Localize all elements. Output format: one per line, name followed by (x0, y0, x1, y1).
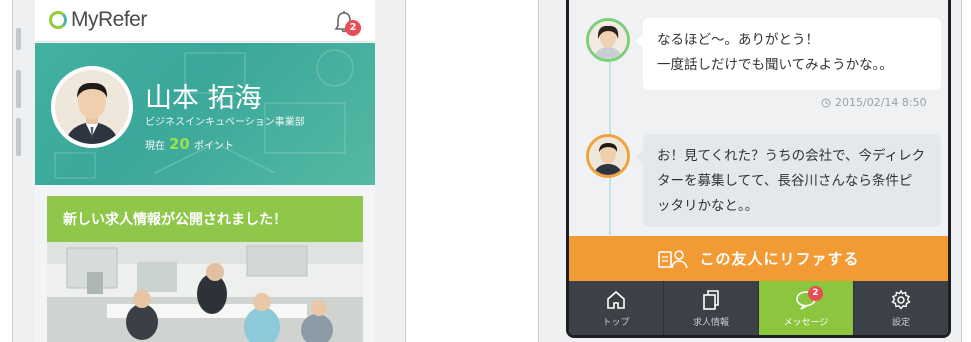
bottom-tab-bar: トップ 求人情報 2 メッセージ 設定 (569, 281, 948, 335)
message-text: 一度話しだけでも聞いてみようかな。。 (657, 57, 893, 73)
profile-banner: 山本 拓海 ビジネスインキュベーション事業部 現在 20 ポイント (35, 43, 375, 185)
clock-icon (821, 98, 831, 107)
phone-side-button (16, 118, 21, 156)
message-count-badge: 2 (807, 286, 823, 301)
points-display: 現在 20 ポイント (145, 135, 234, 153)
logo-text: MyRefer (71, 8, 147, 31)
friend-avatar-woman[interactable] (586, 18, 630, 62)
message-text: ッタリかなと。。 (657, 198, 759, 214)
message-timestamp: 2015/02/14 8:50 (821, 96, 927, 109)
avatar-woman-image (589, 21, 627, 59)
tab-label: 設定 (891, 318, 910, 328)
message-bubble: お！見てくれた？うちの会社で、今ディレク ターを募集してて、長谷川さんなら条件ピ… (635, 134, 941, 227)
job-news-card[interactable]: 新しい求人情報が公開されました！ (47, 196, 363, 342)
message-text: お！見てくれた？うちの会社で、今ディレク (657, 148, 926, 164)
left-phone-screen: MyRefer 2 山本 拓海 ビジネスインキュベーション事業部 現在 20 ポ… (35, 0, 375, 342)
points-prefix: 現在 (145, 141, 165, 152)
timestamp-text: 2015/02/14 8:50 (835, 96, 927, 109)
right-phone-screen: なるほど〜。ありがとう！ 一度話しだけでも聞いてみようかな。。 2015/02/… (566, 0, 951, 338)
notification-button[interactable]: 2 (333, 10, 361, 36)
app-logo[interactable]: MyRefer (49, 8, 147, 32)
avatar-man-small-image (589, 137, 627, 175)
refer-person-icon (658, 249, 689, 268)
profile-department: ビジネスインキュベーション事業部 (145, 117, 305, 128)
documents-icon (703, 290, 719, 310)
tab-label: メッセージ (783, 318, 829, 328)
points-suffix: ポイント (193, 141, 234, 152)
refer-friend-button[interactable]: この友人にリファする (569, 236, 948, 281)
tab-jobs[interactable]: 求人情報 (664, 281, 759, 335)
refer-button-label: この友人にリファする (699, 250, 860, 268)
tab-messages[interactable]: 2 メッセージ (759, 281, 854, 335)
home-icon (607, 290, 625, 309)
points-value: 20 (169, 135, 190, 153)
profile-avatar[interactable] (51, 66, 133, 148)
office-photo (47, 242, 363, 342)
avatar-man-image (55, 70, 129, 144)
app-header: MyRefer 2 (35, 0, 375, 42)
message-text: なるほど〜。ありがとう！ (657, 32, 819, 48)
phone-side-button (16, 28, 21, 50)
tab-label: 求人情報 (692, 318, 729, 328)
message-bubble: なるほど〜。ありがとう！ 一度話しだけでも聞いてみようかな。。 (635, 18, 941, 90)
profile-name: 山本 拓海 (145, 83, 262, 114)
tab-settings[interactable]: 設定 (854, 281, 948, 335)
user-avatar-man[interactable] (586, 134, 630, 178)
logo-ring-icon (49, 11, 67, 29)
message-text: ターを募集してて、長谷川さんなら条件ピ (657, 173, 913, 189)
notification-badge: 2 (345, 20, 361, 36)
phone-side-button (16, 70, 21, 108)
tab-top[interactable]: トップ (569, 281, 664, 335)
tab-label: トップ (602, 318, 630, 328)
gear-icon (891, 289, 911, 310)
news-headline: 新しい求人情報が公開されました！ (47, 196, 363, 242)
